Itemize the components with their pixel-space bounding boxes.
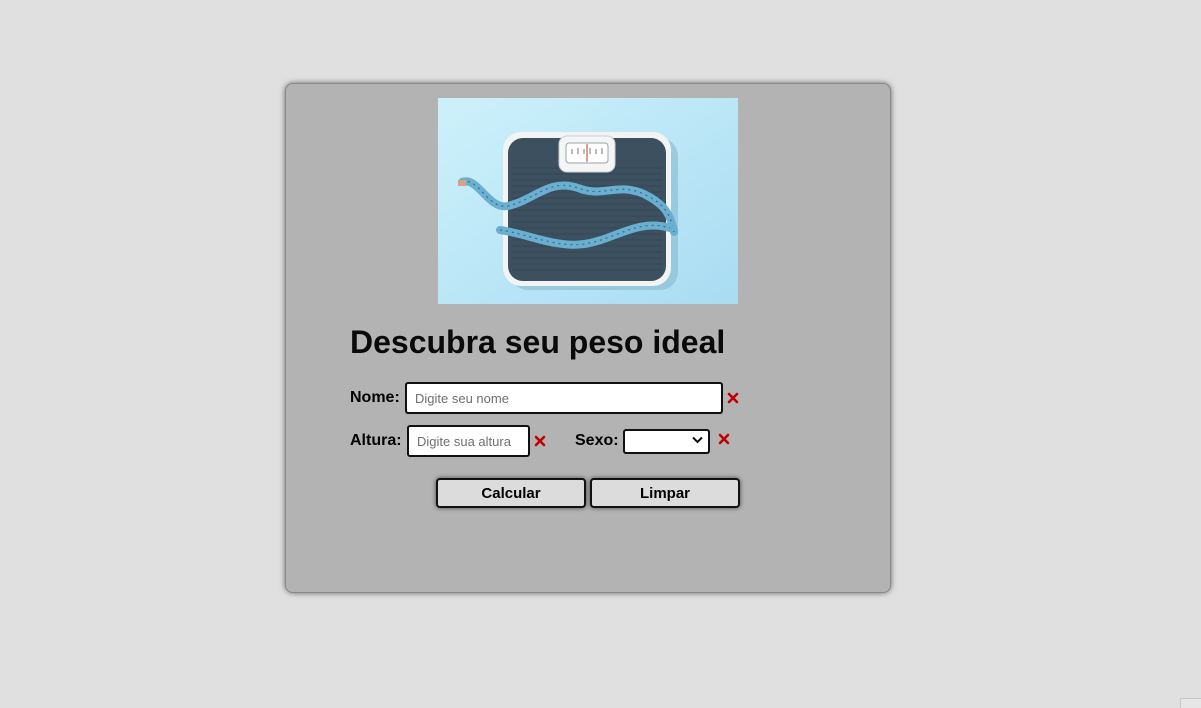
form-card: Descubra seu peso ideal Nome: Altura: Se… [285, 83, 891, 593]
sex-label: Sexo: [575, 432, 619, 449]
scale-image [438, 98, 738, 304]
close-icon [727, 392, 739, 404]
close-icon [534, 435, 546, 447]
clear-button[interactable]: Limpar [590, 478, 740, 508]
close-icon [718, 433, 730, 445]
calculate-button[interactable]: Calcular [436, 478, 586, 508]
chevron-down-icon [692, 436, 703, 444]
sex-select[interactable] [623, 429, 710, 454]
resize-corner [1180, 698, 1201, 708]
name-input[interactable] [405, 382, 723, 414]
page-title: Descubra seu peso ideal [350, 324, 726, 360]
height-input[interactable] [407, 425, 530, 457]
height-label: Altura: [350, 432, 402, 449]
name-label: Nome: [350, 389, 400, 406]
